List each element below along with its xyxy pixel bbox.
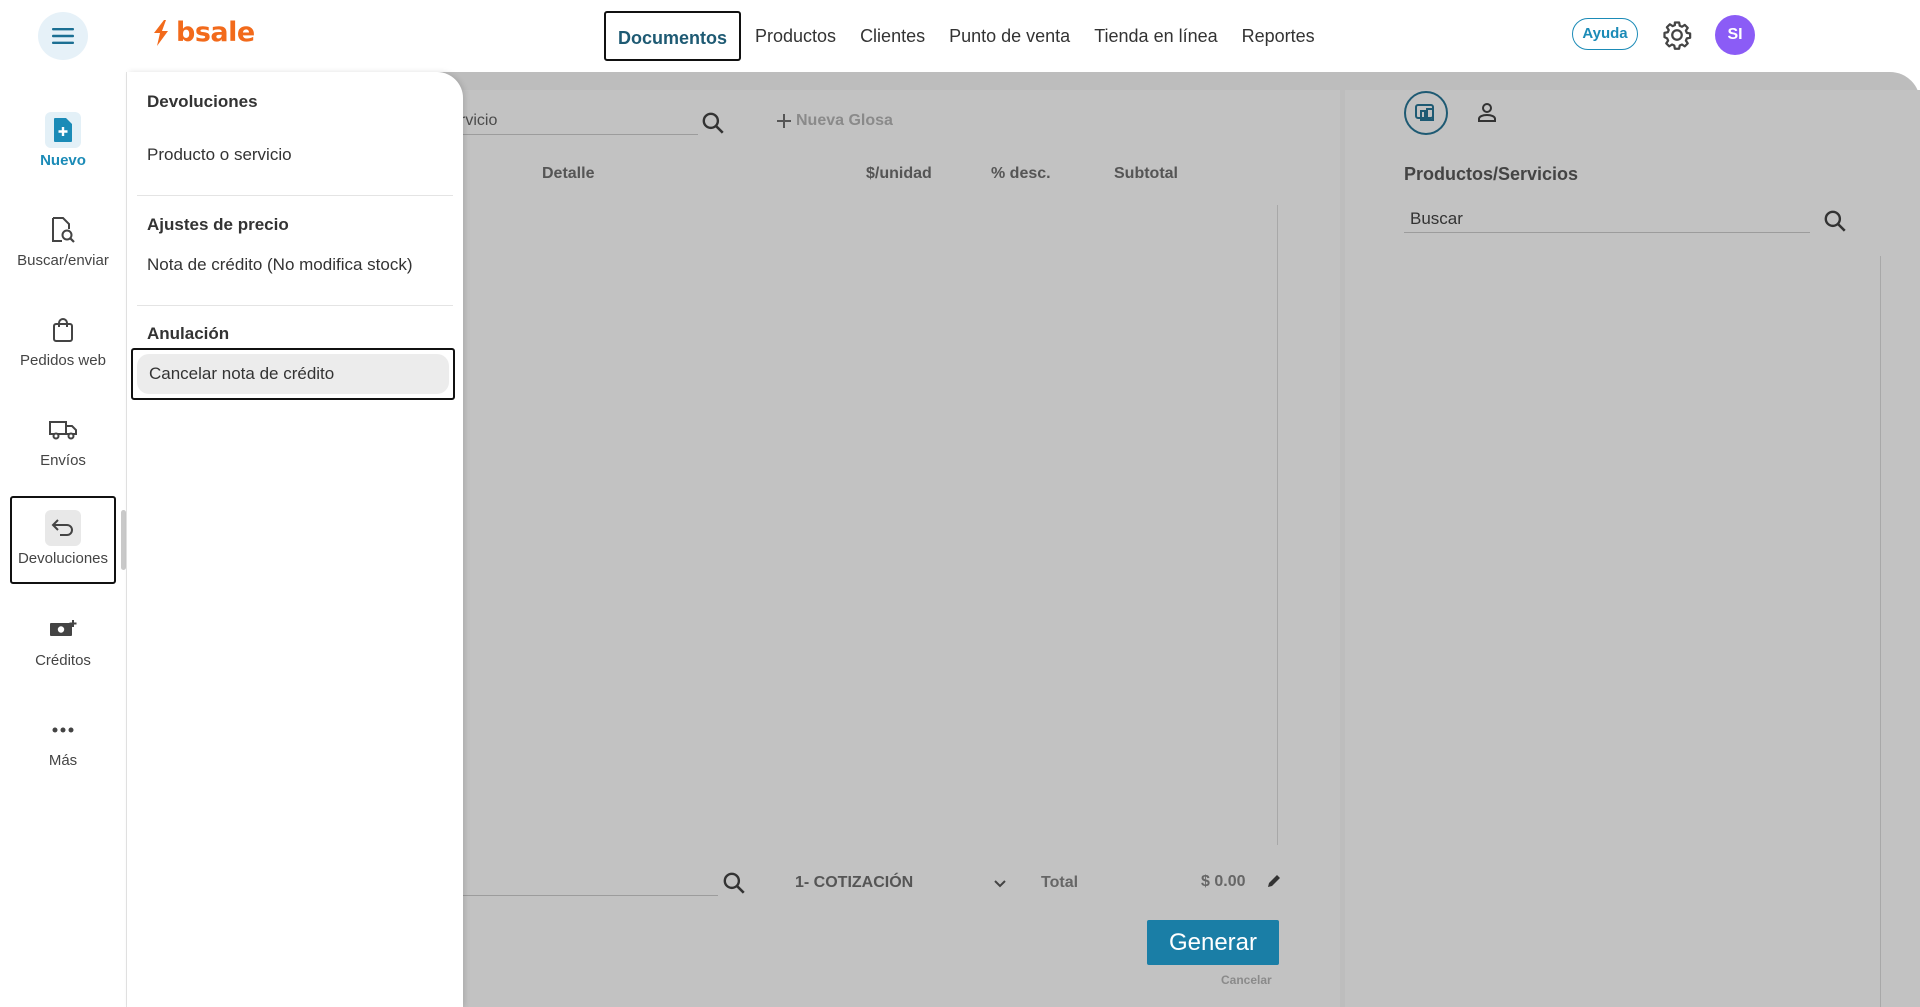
generate-button[interactable]: Generar: [1147, 920, 1279, 965]
plus-icon: [777, 114, 791, 128]
rail-item-creditos[interactable]: Créditos: [0, 612, 126, 669]
rail-label-mas: Más: [48, 752, 78, 769]
nav-productos[interactable]: Productos: [743, 11, 848, 61]
search-underline: [440, 134, 698, 135]
menu-resize-handle[interactable]: [121, 510, 126, 570]
bolt-icon: [154, 19, 168, 46]
nav-reportes[interactable]: Reportes: [1230, 11, 1327, 61]
rail-item-nuevo[interactable]: Nuevo: [0, 112, 126, 169]
devoluciones-menu: Devoluciones Producto o servicio Ajustes…: [127, 72, 463, 1007]
client-search-underline[interactable]: [463, 895, 718, 896]
person-icon[interactable]: [1475, 100, 1499, 124]
shopping-bag-icon: [45, 312, 81, 348]
main-nav: Documentos Productos Clientes Punto de v…: [604, 11, 1327, 61]
menu-divider: [137, 305, 453, 306]
pencil-icon[interactable]: [1266, 873, 1282, 889]
top-bar: bsale Documentos Productos Clientes Punt…: [0, 0, 1920, 72]
col-descuento: % desc.: [991, 165, 1051, 182]
menu-section-devoluciones: Devoluciones: [147, 92, 258, 111]
rail-label-pedidos-web: Pedidos web: [20, 352, 106, 369]
menu-item-cancelar-nota-de-credito[interactable]: Cancelar nota de crédito: [131, 348, 455, 400]
client-search-icon[interactable]: [721, 870, 747, 896]
rail-label-creditos: Créditos: [35, 652, 91, 669]
rail-item-pedidos-web[interactable]: Pedidos web: [0, 312, 126, 369]
new-glosa-button[interactable]: Nueva Glosa: [776, 112, 893, 130]
search-icon[interactable]: [700, 110, 726, 136]
brand-logo[interactable]: bsale: [152, 17, 255, 48]
total-label: Total: [1041, 874, 1079, 891]
table-scroll-divider: [1277, 205, 1278, 845]
truck-icon: [45, 412, 81, 448]
col-detalle: Detalle: [542, 165, 595, 182]
menu-section-anulacion: Anulación: [147, 324, 230, 343]
document-panel: [336, 90, 1340, 1007]
rail-item-devoluciones[interactable]: Devoluciones: [10, 496, 116, 584]
doc-type-select[interactable]: 1- COTIZACIÓN: [795, 874, 913, 892]
more-dots-icon: [45, 712, 81, 748]
item-search-input[interactable]: rvicio: [460, 112, 497, 130]
products-title: Productos/Servicios: [1404, 164, 1579, 184]
chevron-down-icon[interactable]: [993, 877, 1007, 891]
menu-toggle-button[interactable]: [38, 12, 88, 60]
cancel-link[interactable]: Cancelar: [1221, 973, 1272, 987]
products-list-scrollbar: [1880, 256, 1881, 1007]
gear-icon[interactable]: [1662, 20, 1692, 50]
logo-text: bsale: [176, 17, 255, 48]
rail-label-envios: Envíos: [40, 452, 86, 469]
file-plus-icon: [45, 112, 81, 148]
left-rail: Nuevo Buscar/enviar Pedidos web Envíos D…: [0, 72, 127, 1007]
menu-section-ajustes-de-precio: Ajustes de precio: [147, 215, 289, 234]
rail-label-devoluciones: Devoluciones: [17, 550, 109, 567]
return-arrow-icon: [45, 510, 81, 546]
menu-item-nota-de-credito[interactable]: Nota de crédito (No modifica stock): [147, 255, 413, 275]
col-precio-unidad: $/unidad: [866, 165, 932, 182]
nav-tienda-en-linea[interactable]: Tienda en línea: [1082, 11, 1229, 61]
help-button[interactable]: Ayuda: [1572, 18, 1638, 50]
rail-item-envios[interactable]: Envíos: [0, 412, 126, 469]
user-avatar[interactable]: SI: [1715, 15, 1755, 55]
products-search-input[interactable]: Buscar: [1410, 209, 1463, 229]
nav-clientes[interactable]: Clientes: [848, 11, 937, 61]
products-search-underline: [1404, 232, 1810, 233]
menu-divider: [137, 195, 453, 196]
rail-label-buscar-enviar: Buscar/enviar: [17, 252, 109, 269]
hamburger-icon: [52, 28, 74, 44]
nav-punto-de-venta[interactable]: Punto de venta: [937, 11, 1082, 61]
total-value: $ 0.00: [1201, 873, 1246, 890]
products-search-icon[interactable]: [1822, 208, 1848, 234]
rail-label-nuevo: Nuevo: [40, 152, 86, 169]
pos-products-icon: [1415, 104, 1434, 121]
menu-item-producto-o-servicio[interactable]: Producto o servicio: [147, 145, 292, 165]
rail-item-mas[interactable]: Más: [0, 712, 126, 769]
new-glosa-label: Nueva Glosa: [796, 112, 893, 129]
col-subtotal: Subtotal: [1114, 165, 1178, 182]
cash-plus-icon: [45, 612, 81, 648]
nav-documentos[interactable]: Documentos: [604, 11, 742, 61]
file-search-icon: [45, 212, 81, 248]
products-tab-button[interactable]: [1404, 91, 1448, 135]
rail-item-buscar-enviar[interactable]: Buscar/enviar: [0, 212, 126, 269]
menu-item-label: Cancelar nota de crédito: [137, 354, 449, 394]
